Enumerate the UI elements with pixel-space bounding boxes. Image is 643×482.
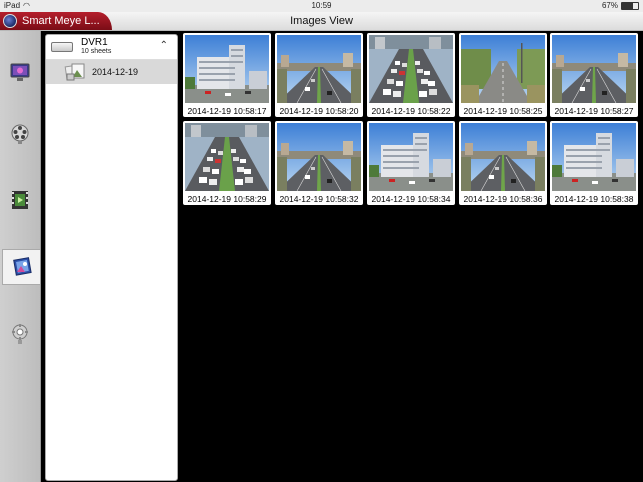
- title-bar: Images View Smart Meye L...: [0, 12, 643, 31]
- snapshot-traffic: [369, 35, 453, 103]
- gear-icon: [12, 324, 28, 344]
- chevron-up-icon[interactable]: ⌃: [160, 40, 168, 51]
- device-row-dvr1[interactable]: DVR1 10 sheets ⌃: [46, 35, 177, 60]
- thumbnail-timestamp: 2014-12-19 10:58:17: [187, 106, 267, 116]
- nav-playback[interactable]: [0, 115, 40, 153]
- side-nav: [0, 31, 41, 482]
- date-row[interactable]: 2014-12-19: [46, 60, 177, 84]
- snapshot-road: [277, 123, 361, 191]
- images-folder-icon: [64, 63, 85, 81]
- snapshot-building: [369, 123, 453, 191]
- dvr-icon: [51, 42, 73, 52]
- status-bar: iPad ◠ 10:59 67%: [0, 0, 643, 12]
- nav-live-view[interactable]: [0, 53, 40, 91]
- thumbnail[interactable]: 2014-12-19 10:58:36: [459, 121, 547, 205]
- nav-settings[interactable]: [0, 315, 40, 353]
- thumbnail-timestamp: 2014-12-19 10:58:25: [463, 106, 543, 116]
- thumbnail-timestamp: 2014-12-19 10:58:38: [554, 194, 634, 204]
- thumbnail[interactable]: 2014-12-19 10:58:17: [183, 33, 271, 117]
- device-tree-panel: DVR1 10 sheets ⌃ 2014-12-19: [45, 34, 178, 481]
- thumbnail-timestamp: 2014-12-19 10:58:34: [371, 194, 451, 204]
- status-right: 67%: [602, 0, 639, 12]
- snapshot-road: [552, 35, 636, 103]
- thumbnail[interactable]: 2014-12-19 10:58:38: [550, 121, 638, 205]
- device-sheet-count: 10 sheets: [81, 48, 112, 55]
- nav-video[interactable]: [0, 181, 40, 219]
- thumbnail-timestamp: 2014-12-19 10:58:36: [463, 194, 543, 204]
- snapshot-building: [185, 35, 269, 103]
- device-name: DVR1: [81, 37, 108, 48]
- thumbnail[interactable]: 2014-12-19 10:58:22: [367, 33, 455, 117]
- snapshot-road: [461, 123, 545, 191]
- monitor-icon: [10, 63, 30, 81]
- film-reel-icon: [11, 124, 29, 144]
- battery-percent: 67%: [601, 1, 618, 10]
- thumbnail[interactable]: 2014-12-19 10:58:27: [550, 33, 638, 117]
- thumbnail-timestamp: 2014-12-19 10:58:22: [371, 106, 451, 116]
- snapshot-traffic: [185, 123, 269, 191]
- video-clip-icon: [12, 191, 28, 209]
- thumbnail-timestamp: 2014-12-19 10:58:32: [279, 194, 359, 204]
- battery-icon: [621, 1, 639, 10]
- snapshot-road: [277, 35, 361, 103]
- thumbnail[interactable]: 2014-12-19 10:58:34: [367, 121, 455, 205]
- thumbnail-timestamp: 2014-12-19 10:58:27: [554, 106, 634, 116]
- app-logo-icon: [3, 14, 17, 28]
- thumbnail-timestamp: 2014-12-19 10:58:29: [187, 194, 267, 204]
- thumbnail[interactable]: 2014-12-19 10:58:32: [275, 121, 363, 205]
- snapshot-building: [552, 123, 636, 191]
- pictures-icon: [12, 257, 32, 276]
- thumbnail[interactable]: 2014-12-19 10:58:25: [459, 33, 547, 117]
- nav-pictures[interactable]: [2, 249, 40, 285]
- snapshot-road-trees: [461, 35, 545, 103]
- app-brand-button[interactable]: Smart Meye L...: [0, 12, 112, 30]
- thumbnail[interactable]: 2014-12-19 10:58:20: [275, 33, 363, 117]
- app-name: Smart Meye L...: [22, 15, 100, 27]
- status-time: 10:59: [311, 1, 332, 10]
- thumbnail-timestamp: 2014-12-19 10:58:20: [279, 106, 359, 116]
- date-label: 2014-12-19: [92, 67, 139, 77]
- thumbnail[interactable]: 2014-12-19 10:58:29: [183, 121, 271, 205]
